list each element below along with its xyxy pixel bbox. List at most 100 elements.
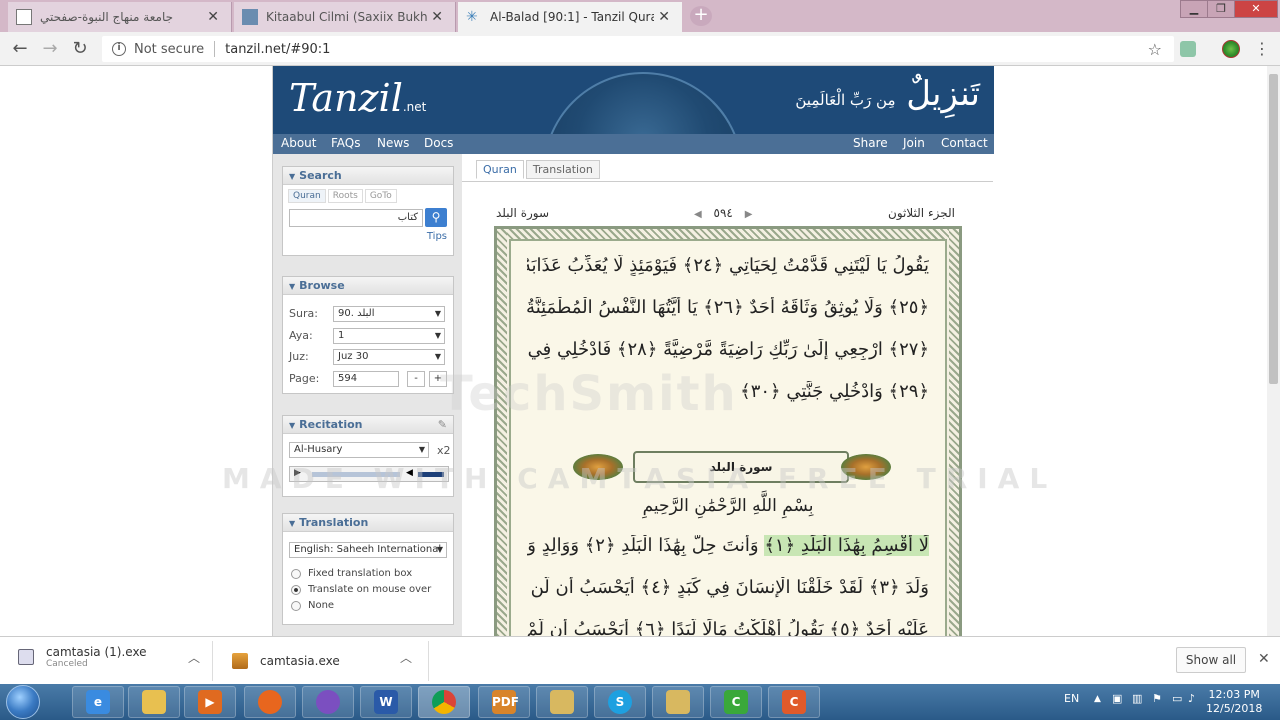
language-indicator[interactable]: EN (1064, 692, 1079, 705)
chevron-up-icon[interactable]: ︿ (188, 649, 200, 666)
browser-tab-active[interactable]: ✳ Al-Balad [90:1] - Tanzil Quran Na ✕ (458, 2, 682, 32)
radio-none[interactable]: None (291, 600, 334, 611)
page-nav: ◀ ٥٩٤ ▶ (694, 206, 752, 220)
info-icon[interactable]: i (112, 42, 126, 56)
radio-checked-icon[interactable] (291, 584, 301, 595)
verse-line[interactable]: ﴿٢٧﴾ ارْجِعِي إِلَىٰ رَبِّكِ رَاضِيَةً م… (527, 339, 929, 360)
chrome-icon[interactable] (418, 686, 470, 718)
radio-icon[interactable] (291, 568, 301, 579)
clock-date: 12/5/2018 (1206, 702, 1263, 715)
speaker-icon[interactable]: ♪ (1188, 692, 1195, 705)
show-all-button[interactable]: Show all (1176, 647, 1246, 673)
verse-line[interactable]: يَقُولُ يَا لَيْتَنِي قَدَّمْتُ لِحَيَات… (527, 255, 929, 276)
profile-avatar-icon[interactable] (1222, 40, 1240, 58)
back-arrow-icon[interactable]: ← (10, 39, 30, 59)
pdf-icon[interactable]: PDF (478, 686, 530, 718)
menu-docs[interactable]: Docs (424, 136, 453, 150)
camtasia-green-icon[interactable]: C (710, 686, 762, 718)
tray-arrow-icon[interactable]: ▲ (1094, 694, 1101, 704)
reload-icon[interactable]: ↻ (70, 39, 90, 59)
highlighted-verse[interactable]: لَا أُقْسِمُ بِهَٰذَا الْبَلَدِ ﴿١﴾ (764, 535, 929, 556)
tab-translation[interactable]: Translation (525, 160, 600, 179)
aya-select[interactable]: 1 ▼ (333, 328, 445, 344)
ie-icon[interactable]: e (72, 686, 124, 718)
close-tab-icon[interactable]: ✕ (203, 9, 223, 25)
tray-icon[interactable]: ▣ (1112, 692, 1122, 705)
page-input[interactable]: 594 (333, 371, 399, 387)
scrollbar-thumb[interactable] (1269, 74, 1278, 384)
search-icon[interactable]: ⚲ (425, 208, 447, 227)
panel-header[interactable]: ▼ Translation (283, 514, 453, 532)
folder-icon[interactable] (128, 686, 180, 718)
verse-line[interactable]: وَلَدَ ﴿٣﴾ لَقَدْ خَلَقْنَا الْإِنسَانَ … (527, 577, 929, 598)
basmala: بِسْمِ اللَّهِ الرَّحْمَٰنِ الرَّحِيمِ (642, 496, 814, 516)
clock-time: 12:03 PM (1208, 688, 1260, 701)
tips-link[interactable]: Tips (427, 231, 447, 242)
panel-header[interactable]: ▼ Recitation ✎ (283, 416, 453, 434)
maximize-button[interactable]: ❐ (1207, 0, 1235, 18)
menu-join[interactable]: Join (903, 136, 925, 150)
tab-quran[interactable]: Quran (476, 160, 524, 179)
menu-dots-icon[interactable]: ⋮ (1252, 39, 1272, 59)
browser-tab[interactable]: Kitaabul Cilmi (Saxiix Bukhaari) | ✕ (234, 2, 456, 32)
radio-fixed-box[interactable]: Fixed translation box (291, 568, 412, 579)
editor-icon[interactable] (652, 686, 704, 718)
address-bar[interactable]: i Not secure tanzil.net/#90:1 ☆ (102, 36, 1174, 62)
start-button[interactable] (6, 685, 40, 719)
next-page-icon[interactable]: ▶ (745, 209, 753, 220)
speed-label[interactable]: x2 (437, 444, 451, 457)
tab-quran[interactable]: Quran (288, 189, 326, 203)
flag-icon[interactable]: ⚑ (1152, 692, 1162, 705)
panel-header[interactable]: ▼ Search (283, 167, 453, 185)
prev-page-icon[interactable]: ◀ (694, 209, 702, 220)
window-close-button[interactable]: ✕ (1234, 0, 1278, 18)
panel-header[interactable]: ▼ Browse (283, 277, 453, 295)
clock[interactable]: 12:03 PM 12/5/2018 (1206, 688, 1262, 716)
tab-goto[interactable]: GoTo (364, 189, 397, 203)
juz-select[interactable]: Juz 30 ▼ (333, 349, 445, 365)
skype-icon[interactable]: S (594, 686, 646, 718)
close-icon[interactable]: ✕ (1258, 651, 1270, 667)
browser-tab[interactable]: جامعة منهاج النبوة-صفحتي ✕ (8, 2, 232, 32)
menu-faqs[interactable]: FAQs (331, 136, 361, 150)
download-item[interactable]: camtasia (1).exe Canceled ︿ (18, 645, 200, 669)
extension-icon[interactable] (1180, 41, 1196, 57)
page-minus-button[interactable]: - (407, 371, 425, 387)
verse-line[interactable]: عَلَيْهِ أَحَدٌ ﴿٥﴾ يَقُولُ أَهْلَكْتُ م… (527, 619, 929, 636)
menu-news[interactable]: News (377, 136, 409, 150)
verse-text[interactable]: وَأَنتَ حِلٌّ بِهَٰذَا الْبَلَدِ ﴿٢﴾ وَو… (527, 535, 759, 556)
url-text[interactable]: tanzil.net/#90:1 (225, 42, 330, 57)
close-tab-icon[interactable]: ✕ (654, 9, 674, 25)
new-tab-button[interactable]: + (690, 6, 712, 26)
download-item[interactable]: camtasia.exe ︿ (232, 651, 412, 669)
editor-icon[interactable] (536, 686, 588, 718)
verse-line[interactable]: ﴿٢٥﴾ وَلَا يُوثِقُ وَثَاقَهُ أَحَدٌ ﴿٢٦﴾… (527, 297, 929, 318)
word-icon[interactable]: W (360, 686, 412, 718)
tab-roots[interactable]: Roots (327, 189, 363, 203)
network-icon[interactable]: ▥ (1132, 692, 1142, 705)
radio-icon[interactable] (291, 600, 301, 611)
forward-arrow-icon[interactable]: → (40, 39, 60, 59)
minimize-button[interactable]: ▁ (1180, 0, 1208, 18)
menu-share[interactable]: Share (853, 136, 888, 150)
site-logo[interactable]: Tanzil.net (289, 76, 426, 120)
close-tab-icon[interactable]: ✕ (427, 9, 447, 25)
aya-value: 1 (338, 330, 345, 341)
bookmark-star-icon[interactable]: ☆ (1148, 40, 1162, 59)
media-player-icon[interactable]: ▶ (184, 686, 236, 718)
sura-select[interactable]: 90. البلد ▼ (333, 306, 445, 322)
chevron-up-icon[interactable]: ︿ (400, 649, 412, 666)
camtasia-orange-icon[interactable]: C (768, 686, 820, 718)
radio-mouse-over[interactable]: Translate on mouse over (291, 584, 431, 595)
download-bar: camtasia (1).exe Canceled ︿ camtasia.exe… (0, 636, 1280, 684)
battery-icon[interactable]: ▭ (1172, 692, 1182, 705)
vertical-scrollbar[interactable] (1267, 66, 1280, 636)
search-input[interactable]: كتاب (289, 209, 423, 227)
menu-about[interactable]: About (281, 136, 316, 150)
reciter-select[interactable]: Al-Husary ▼ (289, 442, 429, 458)
page-icon (16, 9, 32, 25)
viber-icon[interactable] (302, 686, 354, 718)
firefox-icon[interactable] (244, 686, 296, 718)
translation-select[interactable]: English: Saheeh International ▼ (289, 542, 447, 558)
menu-contact[interactable]: Contact (941, 136, 988, 150)
